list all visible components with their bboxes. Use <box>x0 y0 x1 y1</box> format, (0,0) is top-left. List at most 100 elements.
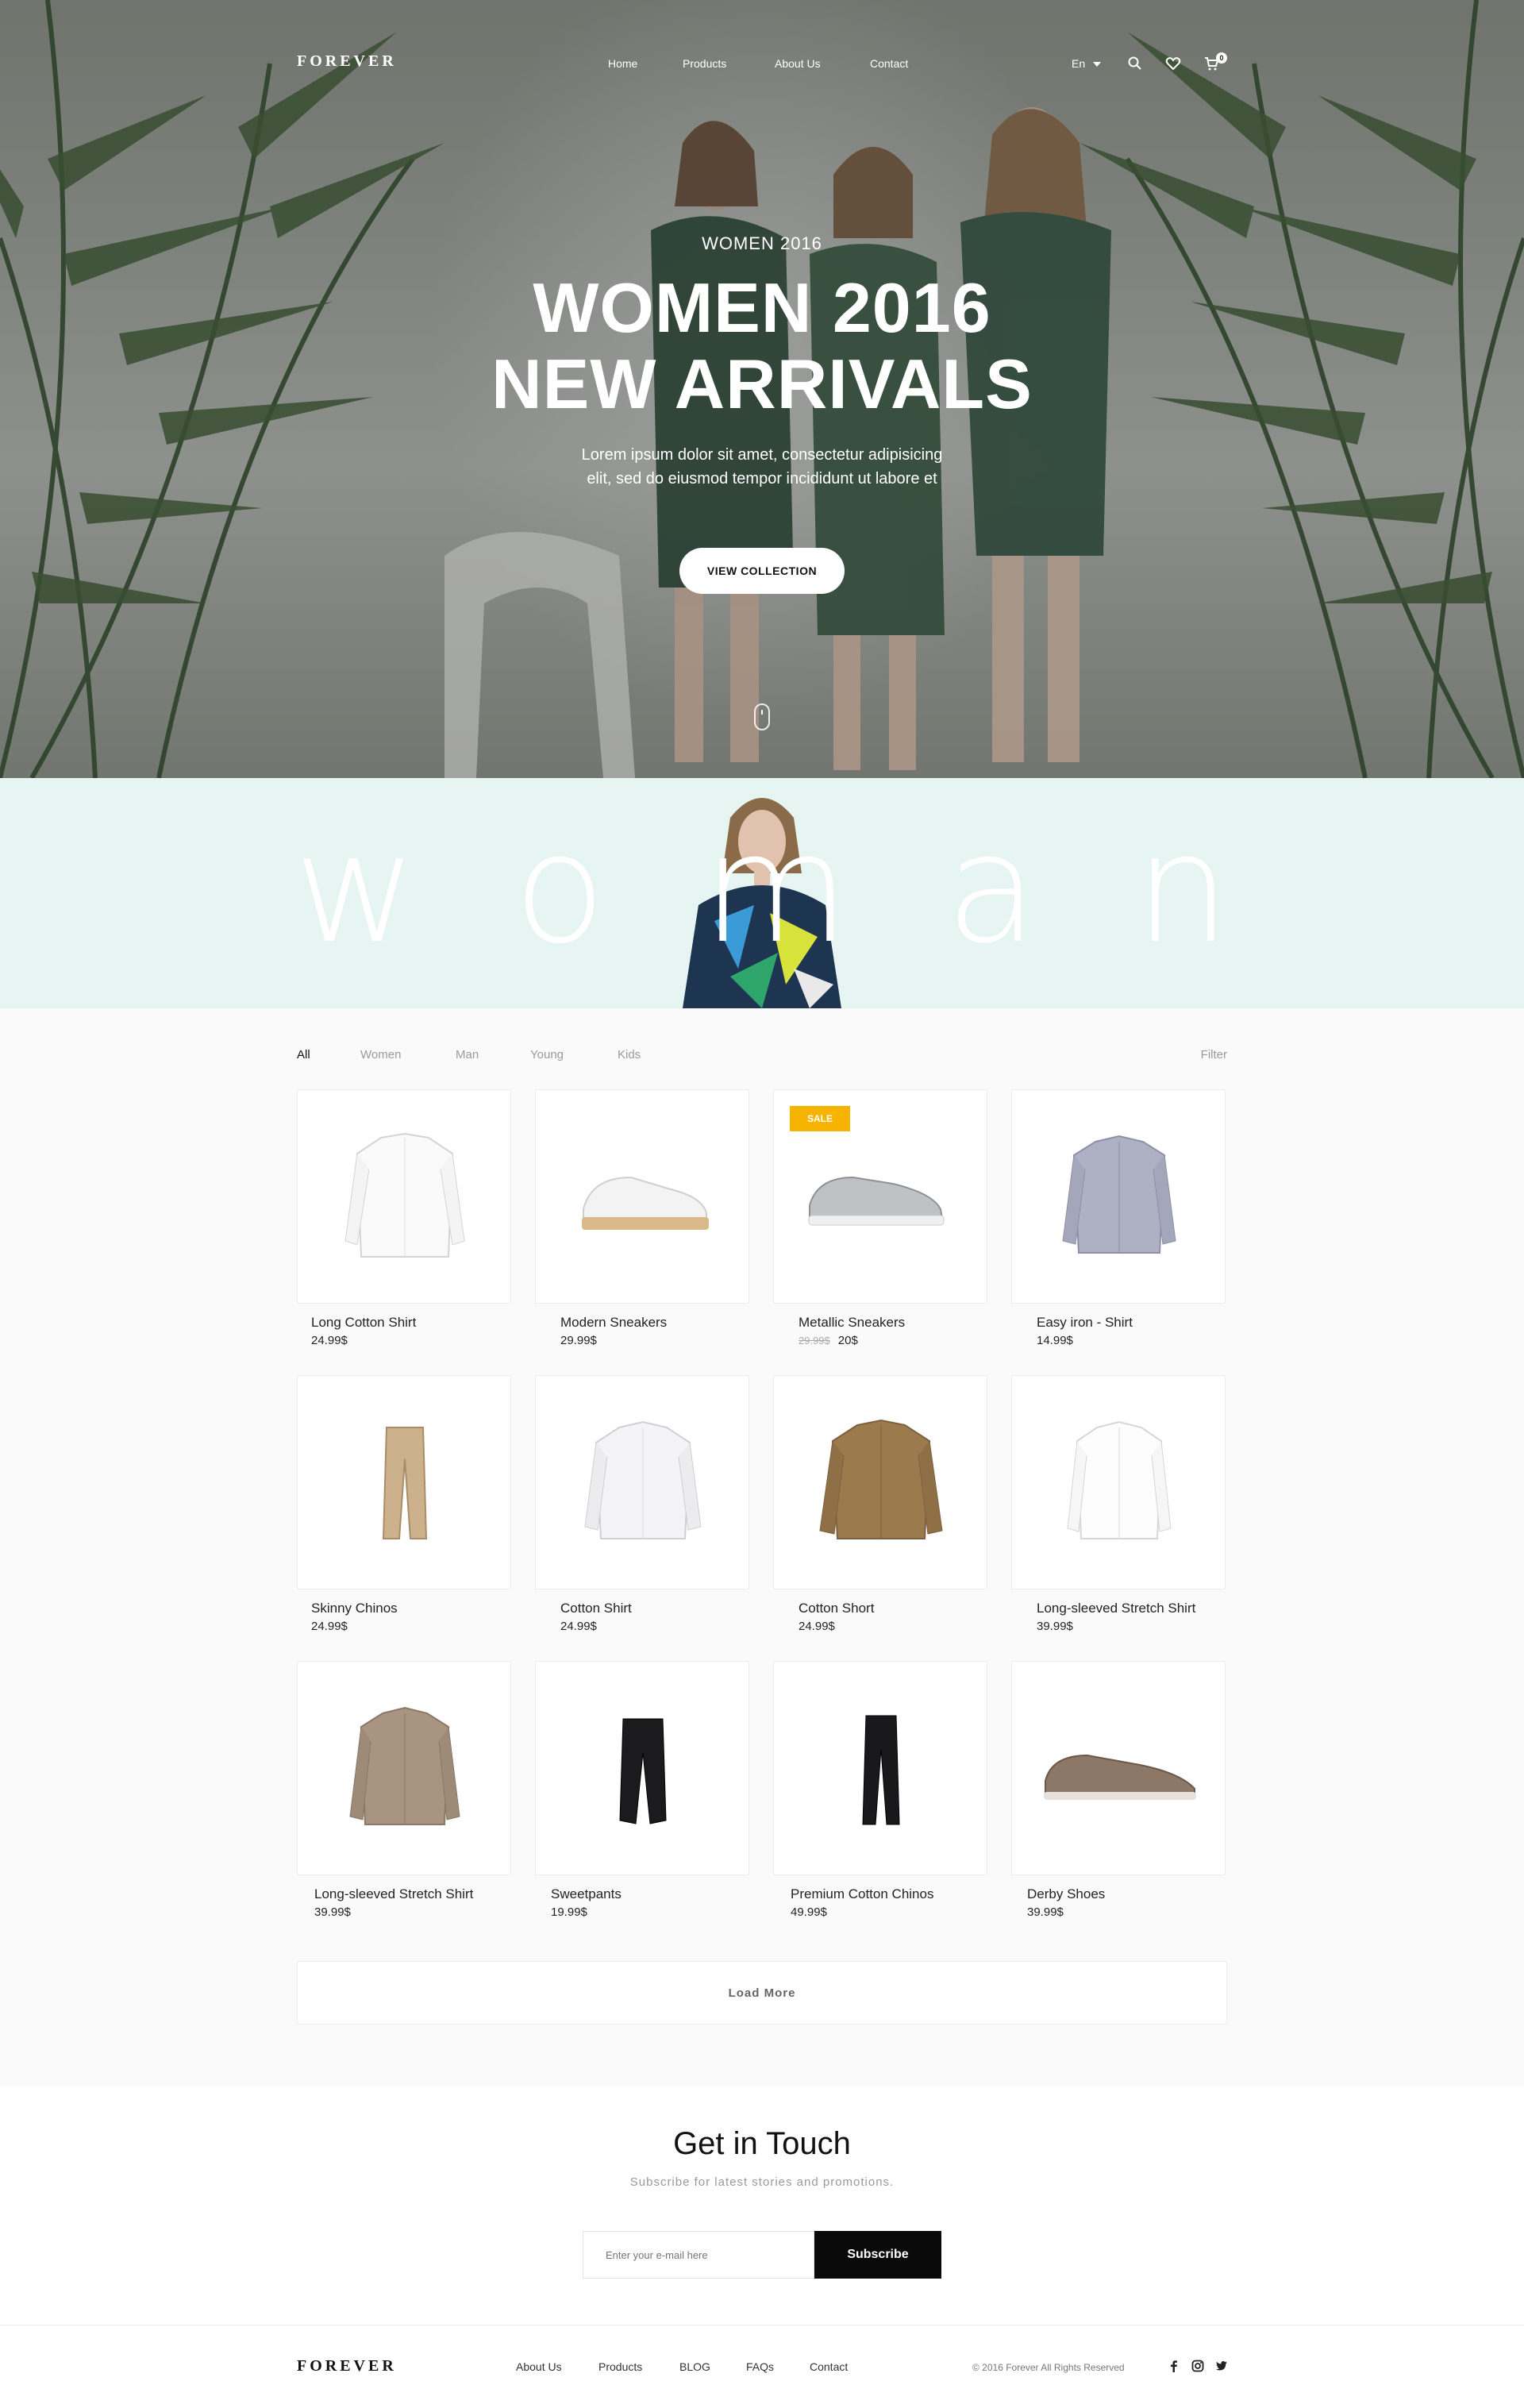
product-card[interactable] <box>535 1089 749 1304</box>
heart-icon[interactable] <box>1165 56 1181 71</box>
product-card[interactable] <box>773 1375 987 1589</box>
product-image-silver-sneaker <box>808 1176 945 1226</box>
product-price: 24.99$ <box>311 1334 348 1347</box>
view-collection-button[interactable]: VIEW COLLECTION <box>679 548 845 594</box>
footer-link-products[interactable]: Products <box>598 2360 642 2373</box>
newsletter-section: Get in Touch Subscribe for latest storie… <box>0 2086 1524 2325</box>
product-image-taupe-shirt <box>349 1706 460 1825</box>
copyright-text: © 2016 Forever All Rights Reserved <box>972 2362 1125 2373</box>
product-old-price: 29.99$ <box>799 1335 830 1347</box>
product-name[interactable]: Derby Shoes <box>1027 1886 1105 1902</box>
product-price: 24.99$ <box>799 1620 835 1633</box>
product-price: 39.99$ <box>1027 1905 1064 1919</box>
filter-tab-kids[interactable]: Kids <box>618 1048 641 1061</box>
product-card[interactable] <box>535 1375 749 1589</box>
newsletter-title: Get in Touch <box>673 2126 851 2161</box>
hero-title: WOMEN 2016 NEW ARRIVALS <box>0 270 1524 422</box>
product-image-derby-shoe <box>1044 1754 1196 1800</box>
product-card[interactable] <box>773 1661 987 1875</box>
product-image-beige-chinos <box>382 1427 428 1539</box>
product-image-white-shirt <box>344 1132 465 1258</box>
nav-link-products[interactable]: Products <box>683 57 726 70</box>
filter-tab-women[interactable]: Women <box>360 1048 401 1061</box>
footer-link-blog[interactable]: BLOG <box>679 2360 710 2373</box>
hero-description-line-1: Lorem ipsum dolor sit amet, consectetur … <box>581 446 943 464</box>
scroll-mouse-icon[interactable] <box>754 703 770 730</box>
filter-tab-young[interactable]: Young <box>530 1048 564 1061</box>
product-image-black-pants <box>862 1715 900 1825</box>
product-image-white-sneaker <box>582 1176 709 1230</box>
filter-tab-all[interactable]: All <box>297 1048 310 1061</box>
cart-count-badge: 0 <box>1216 52 1227 64</box>
nav-link-about[interactable]: About Us <box>775 57 846 70</box>
product-card[interactable]: SALE <box>773 1089 987 1304</box>
twitter-icon[interactable] <box>1214 2359 1229 2373</box>
email-field[interactable] <box>583 2231 814 2279</box>
product-name[interactable]: Long-sleeved Stretch Shirt <box>1037 1601 1195 1616</box>
search-icon[interactable] <box>1127 56 1143 71</box>
product-card[interactable] <box>1011 1661 1226 1875</box>
footer-link-about[interactable]: About Us <box>516 2360 562 2373</box>
chevron-down-icon <box>1093 62 1102 67</box>
product-image-black-pants <box>619 1718 667 1824</box>
product-name[interactable]: Skinny Chinos <box>311 1601 398 1616</box>
product-card[interactable] <box>297 1089 511 1304</box>
product-name[interactable]: Long-sleeved Stretch Shirt <box>314 1886 473 1902</box>
product-image-striped-shirt <box>1062 1135 1176 1254</box>
banner-letter: o <box>514 801 606 977</box>
site-footer: FOREVER About Us Products BLOG FAQs Cont… <box>0 2325 1524 2408</box>
footer-link-faqs[interactable]: FAQs <box>746 2360 774 2373</box>
banner-letter: w <box>294 801 418 977</box>
banner-letter: m <box>702 801 849 977</box>
banner-word: w o m a n <box>294 810 1230 969</box>
facebook-icon[interactable] <box>1167 2359 1181 2373</box>
product-price: 24.99$ <box>560 1620 597 1633</box>
product-name[interactable]: Premium Cotton Chinos <box>791 1886 933 1902</box>
footer-logo[interactable]: FOREVER <box>297 2357 397 2375</box>
product-image-khaki-shirt <box>819 1419 943 1539</box>
product-name[interactable]: Easy iron - Shirt <box>1037 1315 1133 1331</box>
banner-letter: a <box>945 801 1038 977</box>
product-price: 39.99$ <box>314 1905 351 1919</box>
language-label: En <box>1072 57 1086 70</box>
hero-title-line-2: NEW ARRIVALS <box>491 345 1033 423</box>
product-price: 14.99$ <box>1037 1334 1073 1347</box>
product-filter-bar: All Women Man Young Kids Filter <box>297 1048 1227 1067</box>
footer-link-contact[interactable]: Contact <box>810 2360 848 2373</box>
hero-description-line-2: elit, sed do eiusmod tempor incididunt u… <box>587 470 937 487</box>
product-image-white-shirt <box>584 1420 702 1539</box>
nav-link-home[interactable]: Home <box>608 57 637 70</box>
hero-description: Lorem ipsum dolor sit amet, consectetur … <box>524 443 1000 491</box>
brand-logo[interactable]: FOREVER <box>297 52 397 71</box>
product-price: 29.99$ <box>560 1334 597 1347</box>
load-more-button[interactable]: Load More <box>297 1961 1227 2025</box>
product-price: 19.99$ <box>551 1905 587 1919</box>
product-price: 39.99$ <box>1037 1620 1073 1633</box>
product-price: 24.99$ <box>311 1620 348 1633</box>
subscribe-button[interactable]: Subscribe <box>814 2231 941 2279</box>
product-sale-price: 20$ <box>837 1334 858 1347</box>
language-selector[interactable]: En <box>1072 57 1102 70</box>
category-banner: w o m a n <box>0 778 1524 1008</box>
hero-section: FOREVER Home Products About Us Contact E… <box>0 0 1524 778</box>
product-card[interactable] <box>297 1661 511 1875</box>
filter-toggle-link[interactable]: Filter <box>1201 1048 1227 1061</box>
top-navigation: FOREVER Home Products About Us Contact E… <box>0 0 1524 127</box>
product-card[interactable] <box>535 1661 749 1875</box>
product-name[interactable]: Long Cotton Shirt <box>311 1315 416 1331</box>
product-name[interactable]: Metallic Sneakers <box>799 1315 905 1331</box>
filter-tab-man[interactable]: Man <box>456 1048 479 1061</box>
product-card[interactable] <box>297 1375 511 1589</box>
product-card[interactable] <box>1011 1375 1226 1589</box>
newsletter-subtitle: Subscribe for latest stories and promoti… <box>629 2175 895 2189</box>
product-name[interactable]: Cotton Shirt <box>560 1601 632 1616</box>
instagram-icon[interactable] <box>1191 2359 1205 2373</box>
hero-eyebrow: WOMEN 2016 <box>702 233 822 253</box>
product-card[interactable] <box>1011 1089 1226 1304</box>
nav-link-contact[interactable]: Contact <box>870 57 908 70</box>
product-name[interactable]: Cotton Short <box>799 1601 874 1616</box>
product-name[interactable]: Modern Sneakers <box>560 1315 667 1331</box>
hero-title-line-1: WOMEN 2016 <box>533 268 991 347</box>
product-name[interactable]: Sweetpants <box>551 1886 622 1902</box>
product-image-white-shirt <box>1067 1420 1172 1539</box>
